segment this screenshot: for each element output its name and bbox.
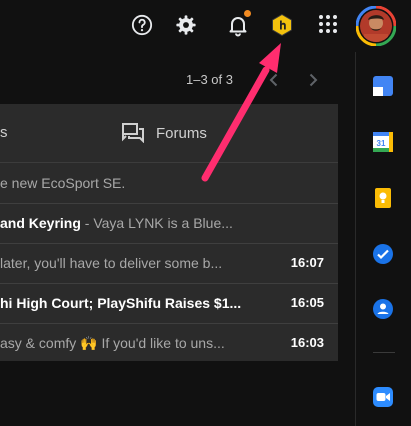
email-time: 16:05 [290, 295, 324, 310]
side-panel [356, 52, 411, 426]
email-row[interactable]: hi High Court; PlayShifu Raises $1... 16… [0, 283, 338, 324]
chevron-left-icon[interactable] [264, 70, 284, 90]
email-snippet: e new EcoSport SE. [0, 175, 126, 191]
notification-dot [244, 10, 251, 17]
gear-icon[interactable] [175, 14, 197, 36]
chevron-right-icon[interactable] [303, 70, 323, 90]
top-bar [0, 0, 411, 52]
email-row[interactable]: e new EcoSport SE. [0, 163, 338, 204]
hexagon-extension-icon[interactable] [270, 13, 294, 37]
side-panel-separator [373, 352, 395, 353]
keep-icon[interactable] [372, 187, 394, 209]
email-snippet: - Vaya LYNK is a Blue... [80, 215, 233, 231]
contacts-icon[interactable] [372, 298, 394, 320]
zoom-icon[interactable] [372, 386, 394, 408]
calendar-icon[interactable]: 31 [372, 131, 394, 153]
inbox-panel: s Forums e new EcoSport SE. and Keyring … [0, 104, 338, 361]
tab-partial[interactable]: s [0, 124, 8, 141]
keep-app-icon[interactable] [372, 75, 394, 97]
email-row[interactable]: asy & comfy 🙌 If you'd like to uns... 16… [0, 323, 338, 363]
email-subject: and Keyring [0, 215, 81, 231]
email-snippet: later, you'll have to deliver some b... [0, 255, 223, 271]
apps-grid-icon[interactable] [318, 14, 338, 34]
help-icon[interactable] [131, 14, 153, 36]
pagination-bar: 1–3 of 3 [0, 58, 340, 102]
email-row[interactable]: later, you'll have to deliver some b... … [0, 243, 338, 284]
email-time: 16:07 [290, 255, 324, 270]
email-subject: hi High Court; PlayShifu Raises $1... [0, 295, 242, 311]
inbox-tabs: s Forums [0, 104, 338, 163]
calendar-number: 31 [377, 139, 386, 148]
avatar[interactable] [356, 6, 396, 46]
email-row[interactable]: and Keyring - Vaya LYNK is a Blue... [0, 203, 338, 244]
tasks-icon[interactable] [372, 243, 394, 265]
pagination-range: 1–3 of 3 [186, 72, 233, 87]
email-time: 16:03 [290, 335, 324, 350]
email-text: and Keyring - Vaya LYNK is a Blue... [0, 215, 280, 231]
forums-icon [122, 123, 144, 143]
email-snippet: asy & comfy 🙌 If you'd like to uns... [0, 335, 225, 351]
tab-forums[interactable]: Forums [122, 122, 207, 144]
tab-forums-label: Forums [156, 124, 207, 142]
